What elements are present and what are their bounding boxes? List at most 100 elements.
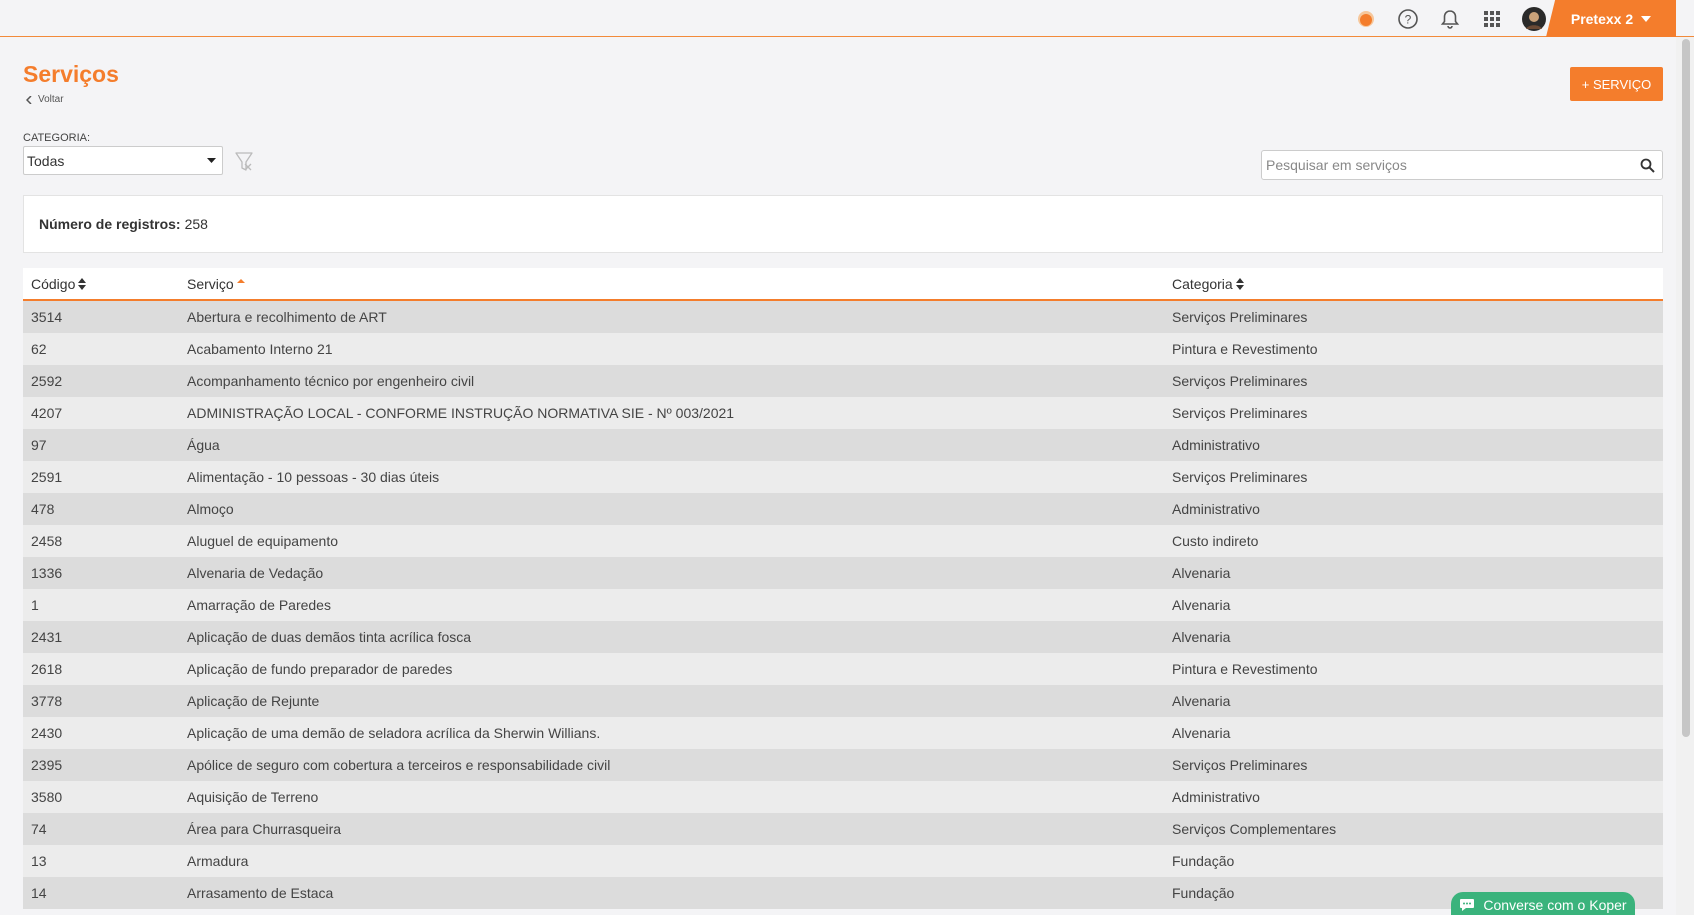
cell-code: 13 [31,853,47,869]
help-icon[interactable]: ? [1396,7,1420,31]
top-bar: ? Pretexx 2 [0,0,1694,37]
search-box [1261,150,1663,180]
cell-category: Serviços Preliminares [1172,757,1308,773]
avatar[interactable] [1522,6,1546,31]
cell-code: 2458 [31,533,63,549]
table-row[interactable]: 478 Almoço Administrativo [23,493,1663,525]
sort-asc-icon [236,278,245,283]
cell-service: Acompanhamento técnico por engenheiro ci… [187,373,475,389]
cell-service: Amarração de Paredes [187,597,331,613]
category-select[interactable]: Todas [23,146,223,175]
table-row[interactable]: 2430 Aplicação de uma demão de seladora a… [23,717,1663,749]
cell-service: Aplicação de fundo preparador de paredes [187,661,453,677]
cell-category: Serviços Preliminares [1172,309,1308,325]
column-header-code-label: Código [31,275,76,292]
cell-service: Aplicação de Rejunte [187,693,320,709]
page-scrollbar[interactable] [1676,37,1694,915]
cell-code: 62 [31,341,47,357]
column-header-category-label: Categoria [1172,275,1233,292]
table-row[interactable]: 3514 Abertura e recolhimento de ART Serviç… [23,301,1663,333]
table-row[interactable]: 1 Amarração de Paredes Alvenaria [23,589,1663,621]
cell-category: Alvenaria [1172,597,1231,613]
cell-category: Alvenaria [1172,629,1231,645]
column-header-code[interactable]: Código [23,276,187,292]
cell-service: Aluguel de equipamento [187,533,339,549]
table-row[interactable]: 3580 Aquisição de Terreno Administrativo [23,781,1663,813]
column-header-category[interactable]: Categoria [1172,276,1663,292]
records-count: 258 [184,216,208,232]
column-header-service[interactable]: Serviço [187,276,1172,292]
table-row[interactable]: 74 Área para Churrasqueira Serviços Comple… [23,813,1663,845]
category-select-value: Todas [27,152,65,169]
search-icon[interactable] [1632,151,1662,179]
cell-category: Administrativo [1172,437,1260,453]
scrollbar-thumb[interactable] [1682,39,1690,737]
table-row[interactable]: 2591 Alimentação - 10 pessoas - 30 dias ú… [23,461,1663,493]
back-link[interactable]: Voltar [26,94,64,105]
cell-category: Administrativo [1172,789,1260,805]
table-row[interactable]: 14 Arrasamento de Estaca Fundação [23,877,1663,909]
cell-code: 74 [31,821,47,837]
category-label: CATEGORIA: [23,132,91,144]
cell-service: ADMINISTRAÇÃO LOCAL - CONFORME INSTRUÇÃO… [187,405,735,421]
user-name: Pretexx 2 [1570,10,1634,27]
cell-category: Pintura e Revestimento [1172,661,1318,677]
search-input[interactable] [1262,151,1632,179]
cell-category: Custo indireto [1172,533,1259,549]
cell-service: Aplicação de duas demãos tinta acrílica … [187,629,472,645]
cell-service: Aquisição de Terreno [187,789,319,805]
cell-category: Pintura e Revestimento [1172,341,1318,357]
cell-service: Aplicação de uma demão de seladora acríl… [187,725,601,741]
table-row[interactable]: 3778 Aplicação de Rejunte Alvenaria [23,685,1663,717]
cell-category: Serviços Preliminares [1172,405,1308,421]
chat-button[interactable]: Converse com o Koper [1451,892,1635,915]
sort-icon [1235,277,1244,290]
cell-category: Alvenaria [1172,725,1231,741]
top-icons: ? [1354,0,1546,37]
cell-code: 4207 [31,405,63,421]
page-title: Serviços [23,61,119,87]
cell-category: Serviços Preliminares [1172,469,1308,485]
table-header: Código Serviço Categoria [23,268,1663,301]
cell-code: 2618 [31,661,63,677]
cell-service: Abertura e recolhimento de ART [187,309,387,325]
cell-category: Alvenaria [1172,565,1231,581]
cell-service: Área para Churrasqueira [187,821,342,837]
table-row[interactable]: 97 Água Administrativo [23,429,1663,461]
cell-service: Acabamento Interno 21 [187,341,333,357]
table-row[interactable]: 2431 Aplicação de duas demãos tinta acríl… [23,621,1663,653]
table-row[interactable]: 4207 ADMINISTRAÇÃO LOCAL - CONFORME INSTR… [23,397,1663,429]
cell-code: 2591 [31,469,63,485]
table-row[interactable]: 2618 Aplicação de fundo preparador de par… [23,653,1663,685]
table-row[interactable]: 2458 Aluguel de equipamento Custo indireto [23,525,1663,557]
cell-service: Apólice de seguro com cobertura a tercei… [187,757,611,773]
clear-filter-icon[interactable] [232,149,256,173]
cell-code: 478 [31,501,55,517]
caret-down-icon [207,158,216,163]
cell-service: Alimentação - 10 pessoas - 30 dias úteis [187,469,440,485]
cell-service: Arrasamento de Estaca [187,885,334,901]
chat-bubble-icon [1460,899,1475,911]
cell-service: Alvenaria de Vedação [187,565,324,581]
table-row[interactable]: 1336 Alvenaria de Vedação Alvenaria [23,557,1663,589]
records-label: Número de registros: [39,216,181,232]
user-menu[interactable]: Pretexx 2 [1546,0,1676,37]
table-row[interactable]: 62 Acabamento Interno 21 Pintura e Revesti… [23,333,1663,365]
cell-category: Serviços Complementares [1172,821,1337,837]
cell-category: Serviços Preliminares [1172,373,1308,389]
table-row[interactable]: 2395 Apólice de seguro com cobertura a te… [23,749,1663,781]
cell-category: Fundação [1172,853,1235,869]
add-service-button[interactable]: + SERVIÇO [1570,67,1663,101]
apps-grid-icon[interactable] [1480,7,1504,31]
sort-icon [78,277,87,290]
cell-service: Armadura [187,853,249,869]
cell-category: Alvenaria [1172,693,1231,709]
bell-icon[interactable] [1438,7,1462,31]
status-dot-icon[interactable] [1354,7,1378,31]
cell-code: 2592 [31,373,63,389]
back-link-label: Voltar [38,94,64,105]
table-row[interactable]: 2592 Acompanhamento técnico por engenheir… [23,365,1663,397]
cell-code: 14 [31,885,47,901]
table-row[interactable]: 13 Armadura Fundação [23,845,1663,877]
cell-code: 3778 [31,693,63,709]
